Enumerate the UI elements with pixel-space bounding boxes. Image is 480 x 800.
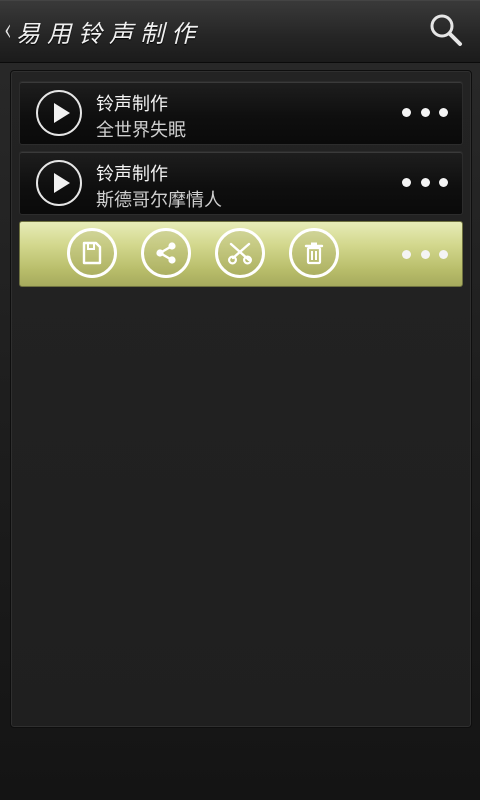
item-subtitle: 斯德哥尔摩情人: [96, 190, 222, 211]
search-icon[interactable]: [428, 12, 464, 48]
app-title: 易用铃声制作: [16, 19, 202, 48]
back-chevron-icon: ‹: [4, 13, 12, 48]
item-title: 铃声制作: [96, 94, 168, 115]
list-item[interactable]: 铃声制作 斯德哥尔摩情人: [19, 151, 463, 215]
more-icon[interactable]: [402, 101, 448, 123]
delete-icon: [304, 242, 324, 265]
cut-icon: [227, 242, 253, 265]
share-icon: [156, 242, 176, 264]
play-icon[interactable]: [36, 90, 82, 136]
top-bar: ‹ 易用铃声制作: [0, 0, 480, 63]
more-icon[interactable]: [402, 243, 448, 265]
delete-button[interactable]: [289, 228, 339, 278]
play-icon[interactable]: [36, 160, 82, 206]
more-icon[interactable]: [402, 171, 448, 193]
share-button[interactable]: [141, 228, 191, 278]
save-button[interactable]: [67, 228, 117, 278]
item-title: 铃声制作: [96, 164, 168, 185]
save-icon: [82, 241, 102, 265]
item-subtitle: 全世界失眠: [96, 120, 186, 141]
back-button[interactable]: ‹ 易用铃声制作: [0, 0, 260, 62]
cut-button[interactable]: [215, 228, 265, 278]
item-action-bar: [19, 221, 463, 287]
list-item[interactable]: 铃声制作 全世界失眠: [19, 81, 463, 145]
ringtone-list-panel: 铃声制作 全世界失眠 铃声制作 斯德哥尔摩情人: [10, 70, 472, 728]
